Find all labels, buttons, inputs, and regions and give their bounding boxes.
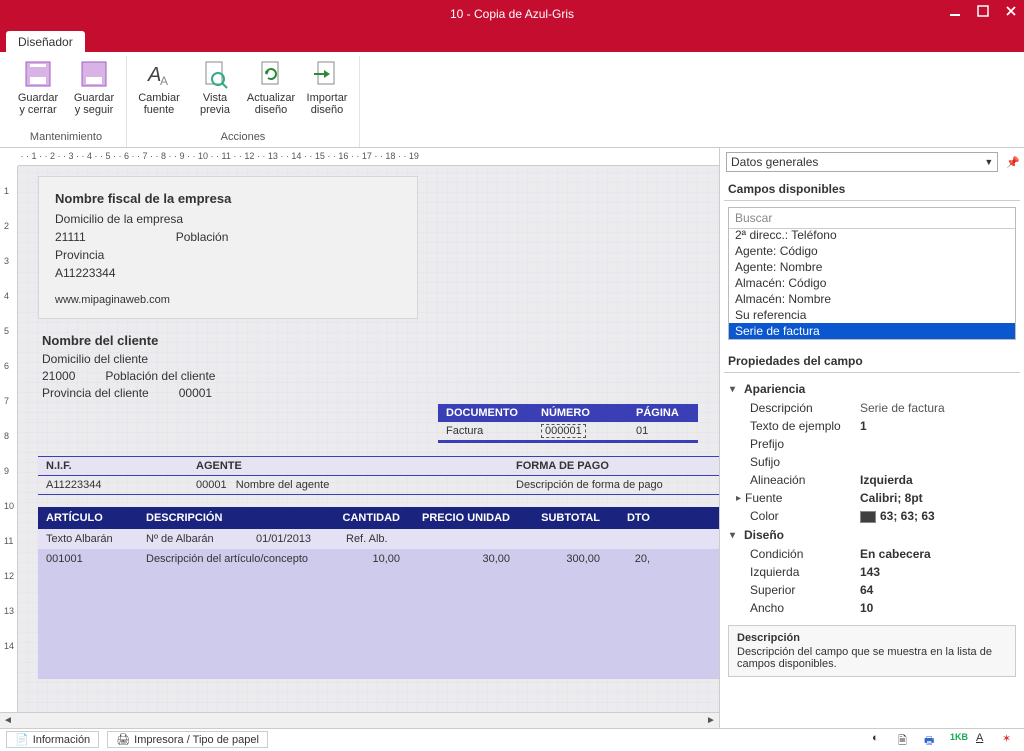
grid-row-albaran[interactable]: Texto Albarán Nº de Albarán 01/01/2013 R…: [38, 529, 719, 549]
client-name: Nombre del cliente: [42, 333, 719, 348]
field-item[interactable]: 2ª direcc.: Teléfono: [729, 229, 1015, 243]
vertical-ruler: 1234567891011121314: [0, 166, 18, 712]
scroll-left-icon[interactable]: ◄: [0, 715, 16, 726]
gh-description: DESCRIPCIÓN: [138, 507, 328, 529]
import-design-button[interactable]: Importar diseño: [301, 56, 353, 118]
description-box: Descripción Descripción del campo que se…: [728, 625, 1016, 677]
document-header[interactable]: DOCUMENTO NÚMERO PÁGINA Factura 000001 0…: [438, 404, 698, 443]
doc-col-page: PÁGINA: [628, 404, 698, 422]
grid-header[interactable]: ARTÍCULO DESCRIPCIÓN CANTIDAD PRECIO UNI…: [38, 507, 719, 529]
field-item[interactable]: Agente: Nombre: [729, 259, 1015, 275]
font-icon: AA: [143, 58, 175, 90]
close-button[interactable]: [1004, 4, 1018, 18]
info-icon: 📄: [15, 733, 29, 746]
horizontal-ruler: /* ticks generated below via JS is fine …: [18, 148, 719, 166]
client-block[interactable]: Nombre del cliente Domicilio del cliente…: [38, 333, 719, 400]
doc-val-page: 01: [628, 422, 698, 440]
gh-unitprice: PRECIO UNIDAD: [408, 507, 518, 529]
company-address: Domicilio de la empresa: [55, 212, 401, 226]
field-item[interactable]: Agente: Código: [729, 243, 1015, 259]
save-close-icon: [22, 58, 54, 90]
data-section-combo[interactable]: Datos generales ▼: [726, 152, 998, 172]
window-title: 10 - Copia de Azul-Gris: [0, 7, 1024, 21]
company-web: www.mipaginaweb.com: [55, 294, 401, 306]
info-v-agname: Nombre del agente: [236, 479, 330, 491]
info-row[interactable]: N.I.F. AGENTE FORMA DE PAGO A11223344 00…: [38, 456, 719, 495]
gh-subtotal: SUBTOTAL: [518, 507, 608, 529]
horizontal-scrollbar[interactable]: ◄ ►: [0, 712, 719, 728]
client-zip: 21000: [42, 369, 75, 383]
doc-val-document: Factura: [438, 422, 533, 440]
scroll-right-icon[interactable]: ►: [703, 715, 719, 726]
group-design[interactable]: ▾Diseño: [728, 525, 1016, 545]
tab-designer[interactable]: Diseñador: [6, 31, 85, 52]
status-printer-button[interactable]: 🖨Impresora / Tipo de papel: [107, 731, 268, 748]
properties-panel: Datos generales ▼ 📌 Campos disponibles B…: [720, 148, 1024, 728]
field-item[interactable]: Serie de factura: [729, 323, 1015, 339]
status-info-button[interactable]: 📄Información: [6, 731, 99, 748]
save-continue-button[interactable]: Guardar y seguir: [68, 56, 120, 118]
minimize-button[interactable]: [948, 4, 962, 18]
ribbon-group-maintenance: Mantenimiento: [30, 129, 102, 147]
company-block[interactable]: Nombre fiscal de la empresa Domicilio de…: [38, 176, 418, 319]
design-surface[interactable]: Nombre fiscal de la empresa Domicilio de…: [18, 166, 719, 712]
refresh-icon: [255, 58, 287, 90]
company-city: Población: [176, 230, 229, 244]
field-list[interactable]: 2ª direcc.: País2ª direcc.: Persona de c…: [729, 229, 1015, 339]
company-province: Provincia: [55, 248, 401, 262]
ribbon: Guardar y cerrar Guardar y seguir Manten…: [0, 52, 1024, 148]
client-city: Población del cliente: [105, 369, 215, 383]
field-item[interactable]: Almacén: Nombre: [729, 291, 1015, 307]
maximize-button[interactable]: [976, 4, 990, 18]
preview-button[interactable]: Vista previa: [189, 56, 241, 118]
gh-discount: DTO: [608, 507, 658, 529]
import-icon: [311, 58, 343, 90]
doc-val-number-field[interactable]: 000001: [541, 424, 586, 438]
client-address: Domicilio del cliente: [42, 352, 719, 366]
status-icon-5[interactable]: A: [976, 732, 992, 748]
company-zip: 21111: [55, 230, 86, 244]
color-chip[interactable]: [860, 511, 876, 523]
title-bar: 10 - Copia de Azul-Gris: [0, 0, 1024, 28]
doc-col-number: NÚMERO: [533, 404, 628, 422]
chevron-down-icon: ▼: [984, 157, 993, 167]
field-properties-title: Propiedades del campo: [724, 348, 1020, 373]
field-search-input[interactable]: Buscar: [729, 208, 1015, 229]
info-v-agcode: 00001: [196, 479, 227, 491]
info-h-nif: N.I.F.: [38, 457, 188, 475]
status-icon-6[interactable]: ✶: [1002, 732, 1018, 748]
tab-strip: Diseñador: [0, 28, 1024, 52]
client-province: Provincia del cliente: [42, 386, 149, 400]
gh-quantity: CANTIDAD: [328, 507, 408, 529]
save-close-button[interactable]: Guardar y cerrar: [12, 56, 64, 118]
client-code: 00001: [179, 386, 212, 400]
printer-icon: 🖨: [116, 733, 130, 746]
status-icon-3[interactable]: 🖶: [924, 732, 940, 748]
grid-row-item[interactable]: 001001 Descripción del artículo/concepto…: [38, 549, 719, 679]
company-nif: A11223344: [55, 266, 401, 280]
company-name: Nombre fiscal de la empresa: [55, 191, 401, 206]
group-appearance[interactable]: ▾Apariencia: [728, 379, 1016, 399]
preview-icon: [199, 58, 231, 90]
status-icon-4[interactable]: 1KB: [950, 732, 966, 748]
pin-icon[interactable]: 📌: [1006, 156, 1020, 169]
status-bar: 📄Información 🖨Impresora / Tipo de papel …: [0, 728, 1024, 750]
info-v-nif: A11223344: [38, 476, 188, 494]
svg-text:A: A: [160, 74, 168, 88]
ribbon-group-actions: Acciones: [221, 129, 266, 147]
gh-article: ARTÍCULO: [38, 507, 138, 529]
doc-col-document: DOCUMENTO: [438, 404, 533, 422]
change-font-button[interactable]: AA Cambiar fuente: [133, 56, 185, 118]
info-h-pay: FORMA DE PAGO: [508, 457, 708, 475]
design-canvas: /* ticks generated below via JS is fine …: [0, 148, 720, 728]
save-continue-icon: [78, 58, 110, 90]
field-item[interactable]: Almacén: Código: [729, 275, 1015, 291]
info-v-pay: Descripción de forma de pago: [508, 476, 708, 494]
field-item[interactable]: Su referencia: [729, 307, 1015, 323]
status-icon-2[interactable]: 🗎: [898, 732, 914, 748]
update-design-button[interactable]: Actualizar diseño: [245, 56, 297, 118]
info-h-agent: AGENTE: [188, 457, 508, 475]
status-icon-1[interactable]: ◐: [872, 732, 888, 748]
available-fields-title: Campos disponibles: [724, 176, 1020, 201]
